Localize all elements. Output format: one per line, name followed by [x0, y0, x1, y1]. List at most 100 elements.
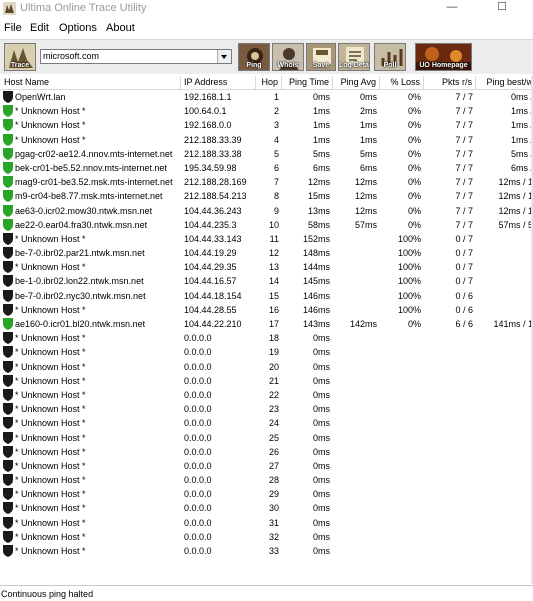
table-row[interactable]: * Unknown Host * 192.168.0.0 3 1ms 1ms 0% 7 / … [0, 118, 533, 132]
table-row[interactable]: ae22-0.ear04.fra30.ntwk.msn.net 104.44.23… [0, 218, 533, 232]
table-row[interactable]: * Unknown Host * 0.0.0.0 30 0ms [0, 501, 533, 515]
log-details-button[interactable]: Log Details [338, 43, 370, 71]
table-row[interactable]: * Unknown Host * 104.44.33.143 11 152ms 100%… [0, 232, 533, 246]
menu-options[interactable]: Options [59, 22, 97, 34]
table-row[interactable]: * Unknown Host * 0.0.0.0 26 0ms [0, 445, 533, 459]
hop-cell: 14 [268, 276, 279, 287]
shield-icon [3, 445, 13, 458]
column-host-name[interactable]: Host Name [0, 76, 181, 89]
ip-address-cell: 104.44.22.210 [184, 319, 242, 329]
ping-time-cell: 0ms [312, 517, 330, 528]
ping-avg-cell [333, 516, 377, 530]
loss-cell [380, 445, 421, 459]
table-row[interactable]: * Unknown Host * 104.44.28.55 16 146ms 100% 0… [0, 303, 533, 317]
hop-cell: 19 [268, 347, 279, 358]
menu-file[interactable]: File [4, 22, 22, 34]
hop-cell: 4 [273, 134, 279, 145]
host-combobox[interactable]: microsoft.com [40, 49, 232, 64]
pkts-cell: 7 / 7 [455, 148, 473, 159]
ping-avg-cell [333, 274, 377, 288]
ip-address-cell: 0.0.0.0 [184, 347, 212, 358]
column-ping-time[interactable]: Ping Time [282, 76, 333, 89]
pkts-cell [424, 374, 473, 388]
table-row[interactable]: be-7-0.ibr02.nyc30.ntwk.msn.net 104.44.18… [0, 289, 533, 303]
table-row[interactable]: * Unknown Host * 0.0.0.0 28 0ms [0, 473, 533, 487]
ping-best-worst-cell [476, 530, 533, 544]
table-row[interactable]: * Unknown Host * 0.0.0.0 18 0ms [0, 331, 533, 345]
pkts-cell: 7 / 7 [455, 177, 473, 188]
table-row[interactable]: be-7-0.ibr02.par21.ntwk.msn.net 104.44.19… [0, 246, 533, 260]
table-row[interactable]: * Unknown Host * 0.0.0.0 33 0ms [0, 544, 533, 558]
ping-time-cell: 1ms [312, 120, 330, 131]
shield-icon [3, 232, 13, 245]
table-row[interactable]: m9-cr04-be8.77.msk.mts-internet.net 212.1… [0, 189, 533, 203]
ping-time-cell: 15ms [307, 191, 330, 202]
table-row[interactable]: * Unknown Host * 0.0.0.0 25 0ms [0, 431, 533, 445]
table-row[interactable]: ae160-0.icr01.bl20.ntwk.msn.net 104.44.22… [0, 317, 533, 331]
table-row[interactable]: * Unknown Host * 0.0.0.0 31 0ms [0, 516, 533, 530]
uo-homepage-button[interactable]: UO Homepage [415, 43, 472, 71]
loss-cell [380, 530, 421, 544]
maximize-button[interactable]: ☐ [486, 0, 518, 17]
loss-cell [380, 473, 421, 487]
table-row[interactable]: mag9-cr01-be3.52.msk.mts-internet.net 212… [0, 175, 533, 189]
column-ping-avg[interactable]: Ping Avg [333, 76, 380, 89]
pkts-cell: 7 / 7 [455, 92, 473, 102]
hop-cell: 22 [268, 389, 279, 400]
whois-button[interactable]: Whois [272, 43, 304, 71]
column-pkts[interactable]: Pkts r/s [424, 76, 476, 89]
table-row[interactable]: * Unknown Host * 0.0.0.0 29 0ms [0, 487, 533, 501]
table-row[interactable]: * Unknown Host * 0.0.0.0 32 0ms [0, 530, 533, 544]
loss-cell: 100% [397, 276, 421, 287]
table-row[interactable]: * Unknown Host * 0.0.0.0 19 0ms [0, 345, 533, 359]
pkts-cell: 7 / 7 [455, 219, 473, 230]
ping-time-cell: 146ms [302, 304, 330, 315]
table-row[interactable]: * Unknown Host * 212.188.33.39 4 1ms 1ms 0% 7 … [0, 133, 533, 147]
table-row[interactable]: OpenWrt.lan 192.168.1.1 1 0ms 0ms 0% 7 / 7 0ms … [0, 90, 533, 104]
table-row[interactable]: * Unknown Host * 0.0.0.0 20 0ms [0, 360, 533, 374]
column-hop[interactable]: Hop [256, 76, 282, 89]
menu-about[interactable]: About [106, 22, 135, 34]
trace-button[interactable]: Trace [4, 43, 36, 71]
ping-best-worst-cell [476, 274, 533, 288]
ping-time-cell: 143ms [302, 319, 330, 329]
pkts-cell: 0 / 7 [455, 276, 473, 287]
ping-avg-cell: 12ms [354, 191, 377, 202]
chevron-down-icon[interactable] [217, 50, 231, 63]
host-name-cell: * Unknown Host * [15, 432, 86, 443]
table-row[interactable]: * Unknown Host * 0.0.0.0 27 0ms [0, 459, 533, 473]
title-bar: Ultima Online Trace Utility — ☐ [0, 0, 533, 17]
table-row[interactable]: * Unknown Host * 104.44.29.35 13 144ms 100% 0… [0, 260, 533, 274]
menu-edit[interactable]: Edit [30, 22, 49, 34]
ping-best-worst-cell [476, 473, 533, 487]
ping-best-worst-cell: 141ms / 1 [493, 319, 533, 329]
shield-icon [3, 119, 13, 132]
table-row[interactable]: * Unknown Host * 0.0.0.0 21 0ms [0, 374, 533, 388]
minimize-button[interactable]: — [436, 0, 468, 17]
pkts-cell [424, 402, 473, 416]
ping-button[interactable]: Ping [238, 43, 270, 71]
host-name-cell: * Unknown Host * [15, 475, 86, 486]
loss-cell: 0% [407, 148, 421, 159]
column-ping-best-worst[interactable]: Ping best/w [476, 76, 533, 89]
table-row[interactable]: * Unknown Host * 0.0.0.0 23 0ms [0, 402, 533, 416]
table-row[interactable]: pgag-cr02-ae12.4.nnov.mts-internet.net 21… [0, 147, 533, 161]
table-row[interactable]: * Unknown Host * 0.0.0.0 24 0ms [0, 416, 533, 430]
host-name-cell: pgag-cr02-ae12.4.nnov.mts-internet.net [15, 148, 173, 159]
ip-address-cell: 0.0.0.0 [184, 404, 212, 415]
poll-button[interactable]: Poll [374, 43, 406, 71]
ping-best-worst-cell [476, 459, 533, 473]
window-title: Ultima Online Trace Utility [20, 2, 147, 14]
table-row[interactable]: bek-cr01-be5.52.nnov.mts-internet.net 195… [0, 161, 533, 175]
table-row[interactable]: * Unknown Host * 100.64.0.1 2 1ms 2ms 0% 7 / 7… [0, 104, 533, 118]
pkts-cell [424, 530, 473, 544]
ip-address-cell: 0.0.0.0 [184, 546, 212, 556]
column-loss[interactable]: % Loss [380, 76, 424, 89]
shield-icon [3, 275, 13, 288]
column-ip-address[interactable]: IP Address [181, 76, 256, 89]
table-row[interactable]: ae63-0.icr02.mow30.ntwk.msn.net 104.44.36… [0, 204, 533, 218]
table-row[interactable]: be-1-0.ibr02.lon22.ntwk.msn.net 104.44.16… [0, 274, 533, 288]
table-row[interactable]: * Unknown Host * 0.0.0.0 22 0ms [0, 388, 533, 402]
ping-avg-cell [333, 388, 377, 402]
save-button[interactable]: Save [306, 43, 336, 71]
